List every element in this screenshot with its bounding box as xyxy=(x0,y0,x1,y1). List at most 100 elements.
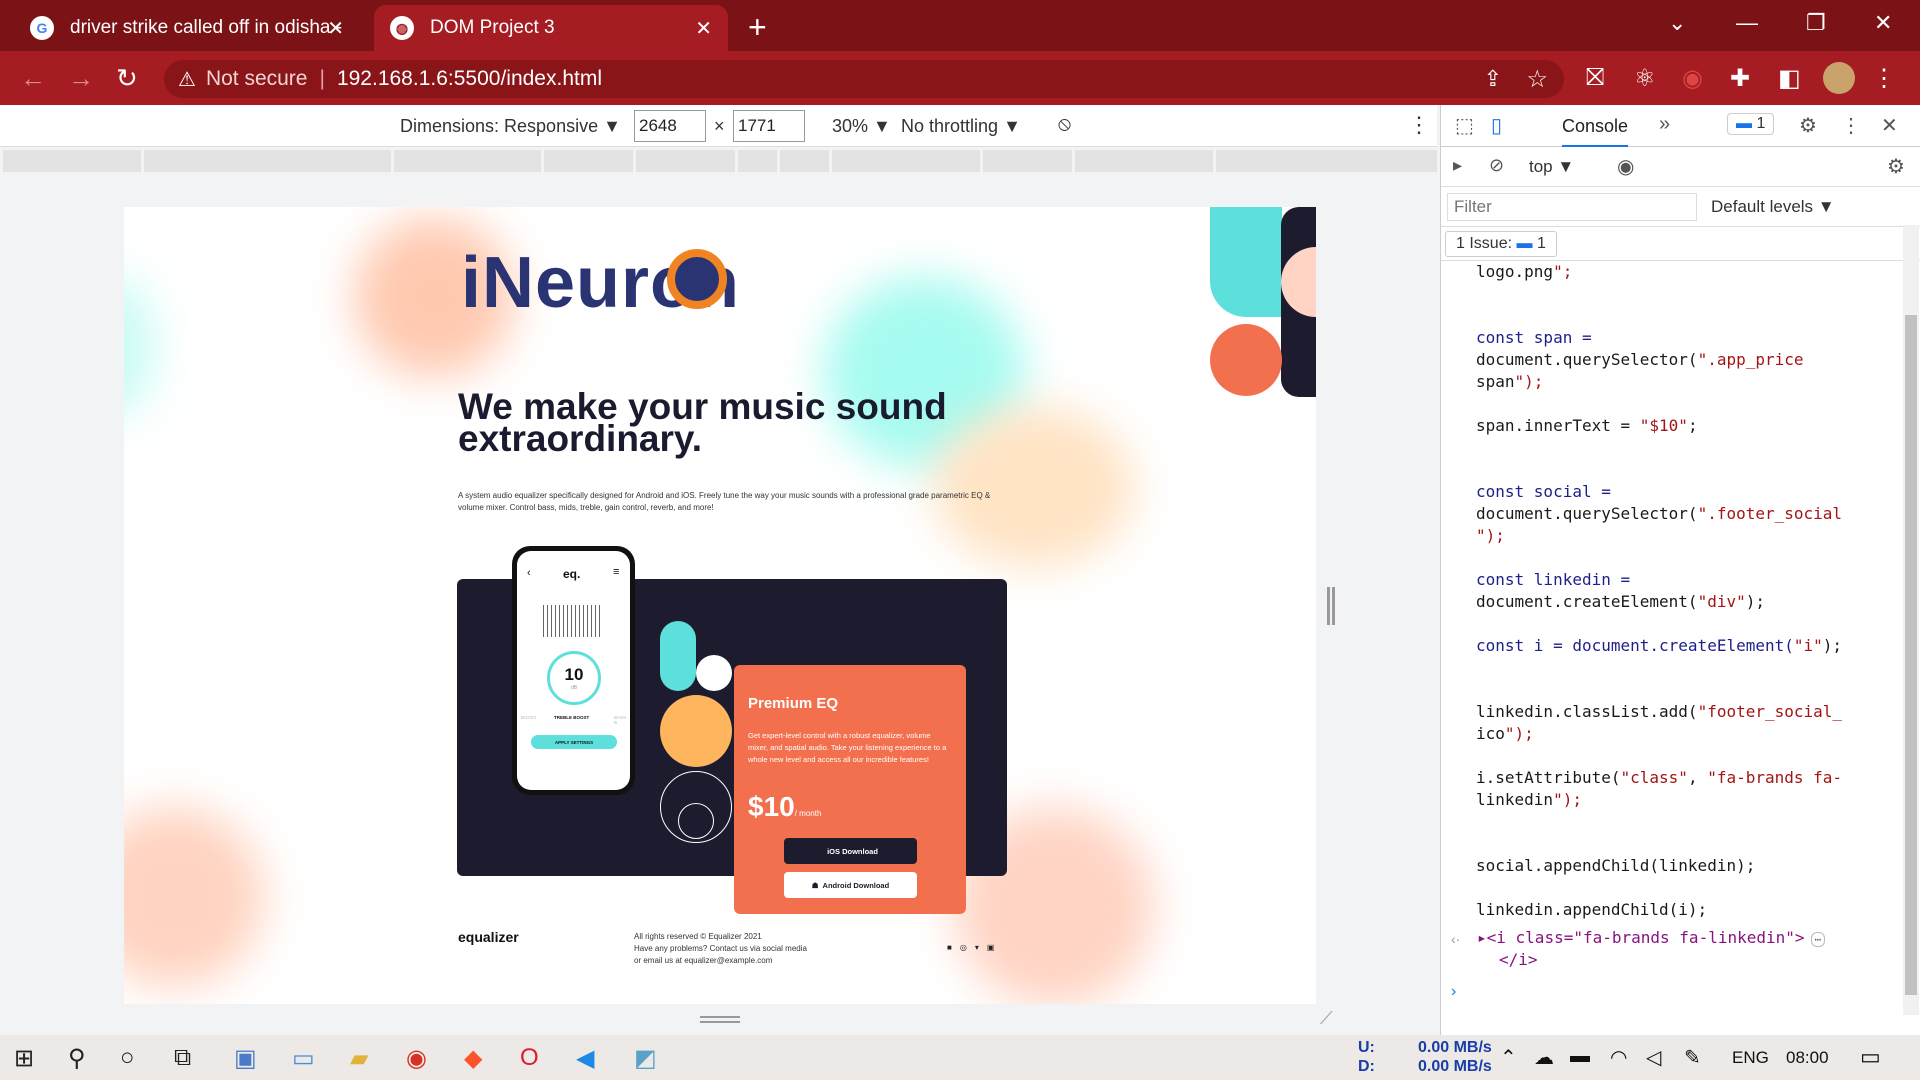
console-prompt[interactable]: › xyxy=(1451,983,1456,1001)
phone-mockup: ‹ eq. ≡ 10 dB BOOST TREBLE BOOST BASS B … xyxy=(512,546,635,795)
file-explorer-icon[interactable]: ▰ xyxy=(350,1044,368,1073)
cortana-icon[interactable]: ○ xyxy=(120,1044,135,1072)
avatar[interactable] xyxy=(1823,62,1855,94)
devtools-kebab-icon[interactable]: ⋮ xyxy=(1841,113,1861,138)
new-tab-icon[interactable]: + xyxy=(748,9,767,46)
windows-start-icon[interactable]: ⊞ xyxy=(14,1044,34,1073)
linkedin-icon[interactable]: ▣ xyxy=(987,943,995,952)
clear-console-icon[interactable]: ⊘ xyxy=(1489,155,1504,176)
omnibox[interactable]: ⚠ Not secure | 192.168.1.6:5500/index.ht… xyxy=(164,60,1564,98)
context-select[interactable]: top ▼ xyxy=(1529,157,1574,177)
console-line: const span = xyxy=(1476,328,1592,347)
issue-bar: 1 Issue: ▬ 1 xyxy=(1441,227,1920,261)
opera-icon[interactable]: O xyxy=(520,1044,539,1072)
resize-handle-right[interactable] xyxy=(1332,587,1335,625)
throttling-select[interactable]: No throttling ▼ xyxy=(901,116,1021,137)
twitter-icon[interactable]: ▾ xyxy=(975,943,979,952)
minimize-icon[interactable]: — xyxy=(1736,10,1758,36)
vscode-icon[interactable]: ◀ xyxy=(576,1044,594,1073)
close-window-icon[interactable]: ✕ xyxy=(1874,10,1892,36)
app-icon[interactable]: ◩ xyxy=(634,1044,657,1073)
device-toggle-icon[interactable]: ▯ xyxy=(1491,113,1502,138)
footer-line: All rights reserved © Equalizer 2021 xyxy=(634,932,762,941)
address-toolbar: ← → ↻ ⚠ Not secure | 192.168.1.6:5500/in… xyxy=(0,51,1920,105)
close-tab-icon[interactable]: ✕ xyxy=(695,16,712,41)
settings-gear-icon[interactable]: ⚙ xyxy=(1799,113,1817,138)
console-line: span.innerText = "$10"; xyxy=(1476,416,1698,435)
tab-news[interactable]: G driver strike called off in odisha - ✕ xyxy=(14,5,360,51)
inspect-element-icon[interactable]: ⬚ xyxy=(1455,113,1474,138)
ios-download-button[interactable]: iOS Download xyxy=(784,838,917,864)
tray-chevron-up-icon[interactable]: ⌃ xyxy=(1500,1045,1517,1070)
net-up-label: U: xyxy=(1358,1039,1375,1056)
scrollbar-thumb[interactable] xyxy=(1905,315,1917,995)
ellipsis-badge[interactable]: ⋯ xyxy=(1810,932,1826,947)
more-tabs-icon[interactable]: » xyxy=(1659,113,1670,136)
extensions-puzzle-icon[interactable]: ✚ xyxy=(1730,64,1750,93)
hamburger-icon: ≡ xyxy=(613,566,620,578)
times-symbol: × xyxy=(714,116,725,136)
side-panel-icon[interactable]: ◧ xyxy=(1778,64,1801,93)
media-query-ruler[interactable] xyxy=(3,150,1437,172)
instagram-icon[interactable]: ◎ xyxy=(960,943,967,952)
tab-dom-project[interactable]: ◍ DOM Project 3 ✕ xyxy=(374,5,728,51)
console-line: document.querySelector(".footer_social xyxy=(1476,504,1843,523)
issues-link[interactable]: 1 Issue: ▬ 1 xyxy=(1445,231,1557,257)
console-line: document.createElement("div"); xyxy=(1476,592,1765,611)
console-settings-gear-icon[interactable]: ⚙ xyxy=(1887,154,1905,179)
zoom-select[interactable]: 30% ▼ xyxy=(832,116,891,137)
console-scrollbar[interactable] xyxy=(1903,225,1919,1015)
computer-icon[interactable]: ▭ xyxy=(292,1044,315,1073)
resize-handle-bottom[interactable] xyxy=(700,1016,740,1018)
android-download-button[interactable]: ☗ Android Download xyxy=(784,872,917,898)
tab-search-icon[interactable]: ⌄ xyxy=(1668,10,1686,36)
console-result[interactable]: ▸<i class="fa-brands fa-linkedin"> ⋯ xyxy=(1477,927,1826,951)
dimensions-select[interactable]: Dimensions: Responsive ▼ xyxy=(400,116,621,137)
resize-handle-right[interactable] xyxy=(1327,587,1330,625)
react-devtools-icon[interactable]: ⚛ xyxy=(1634,64,1656,93)
resize-handle-bottom[interactable] xyxy=(700,1021,740,1023)
chrome-icon[interactable]: ◉ xyxy=(406,1044,427,1073)
device-menu-kebab-icon[interactable]: ⋮ xyxy=(1408,112,1430,138)
brave-icon[interactable]: ◆ xyxy=(464,1044,482,1073)
close-devtools-icon[interactable]: ✕ xyxy=(1881,113,1898,138)
notifications-icon[interactable]: ▭ xyxy=(1860,1044,1881,1070)
onedrive-cloud-icon[interactable]: ☁ xyxy=(1534,1045,1554,1070)
close-tab-icon[interactable]: ✕ xyxy=(327,16,344,41)
decor-shape-small-ring xyxy=(678,803,714,839)
facebook-icon[interactable]: ■ xyxy=(947,943,952,952)
share-icon[interactable]: ⇪ xyxy=(1484,66,1502,92)
reload-icon[interactable]: ↻ xyxy=(116,63,138,94)
clock[interactable]: 08:00 xyxy=(1786,1048,1829,1068)
live-expression-eye-icon[interactable]: ◉ xyxy=(1617,154,1634,179)
volume-icon[interactable]: ◁ xyxy=(1646,1045,1661,1070)
task-view-icon[interactable]: ⧉ xyxy=(174,1044,191,1072)
record-icon[interactable]: ◉ xyxy=(1682,64,1703,93)
battery-icon[interactable]: ▬ xyxy=(1570,1045,1590,1068)
globe-icon: ◍ xyxy=(390,16,414,40)
pen-icon[interactable]: ✎ xyxy=(1684,1045,1701,1070)
restore-icon[interactable]: ❐ xyxy=(1806,10,1826,36)
network-app-icon[interactable]: ▣ xyxy=(234,1044,257,1073)
forward-icon[interactable]: → xyxy=(68,63,94,94)
page-viewport[interactable]: iNeuron We make your music sound extraor… xyxy=(124,207,1316,1004)
devtools-panel: ⬚ ▯ Console » ▬ 1 ⚙ ⋮ ✕ ▸ ⊘ top ▼ ◉ ⚙ De… xyxy=(1440,105,1920,1035)
wifi-icon[interactable]: ◠ xyxy=(1610,1045,1627,1070)
tab-console[interactable]: Console xyxy=(1562,116,1629,147)
language-indicator[interactable]: ENG xyxy=(1732,1048,1769,1068)
issues-badge[interactable]: ▬ 1 xyxy=(1727,113,1775,135)
sidebar-toggle-icon[interactable]: ▸ xyxy=(1453,155,1462,176)
apply-settings-button[interactable]: APPLY SETTINGS xyxy=(531,735,617,749)
menu-kebab-icon[interactable]: ⋮ xyxy=(1872,64,1896,93)
extension-icon[interactable]: ⛝ xyxy=(1586,64,1604,92)
bookmark-star-icon[interactable]: ☆ xyxy=(1526,65,1548,94)
levels-select[interactable]: Default levels ▼ xyxy=(1711,197,1835,217)
height-input[interactable] xyxy=(733,110,805,142)
search-icon[interactable]: ⚲ xyxy=(68,1044,86,1073)
console-result-text: <i class="fa-brands fa-linkedin"> xyxy=(1486,928,1805,947)
width-input[interactable] xyxy=(634,110,706,142)
back-icon[interactable]: ← xyxy=(20,63,46,94)
console-filter-input[interactable] xyxy=(1447,193,1697,221)
rotate-icon[interactable]: ⦸ xyxy=(1058,113,1071,136)
resize-corner-icon[interactable]: ⟋ xyxy=(1320,1008,1333,1029)
